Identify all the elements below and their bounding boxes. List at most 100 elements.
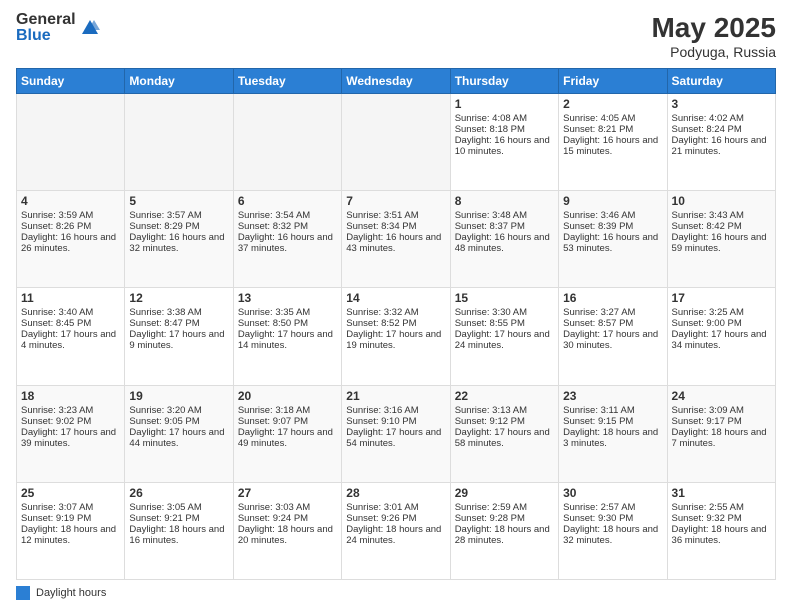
calendar-cell: 2Sunrise: 4:05 AMSunset: 8:21 PMDaylight… bbox=[559, 94, 667, 191]
day-info: Daylight: 16 hours and 48 minutes. bbox=[455, 232, 554, 254]
day-info: Sunrise: 3:38 AM bbox=[129, 307, 228, 318]
day-info: Sunrise: 3:57 AM bbox=[129, 210, 228, 221]
day-info: Sunset: 8:34 PM bbox=[346, 221, 445, 232]
day-info: Daylight: 17 hours and 54 minutes. bbox=[346, 427, 445, 449]
calendar-cell: 11Sunrise: 3:40 AMSunset: 8:45 PMDayligh… bbox=[17, 288, 125, 385]
page: General Blue May 2025 Podyuga, Russia Su… bbox=[0, 0, 792, 612]
day-number: 13 bbox=[238, 291, 337, 305]
calendar-cell: 20Sunrise: 3:18 AMSunset: 9:07 PMDayligh… bbox=[233, 385, 341, 482]
calendar-cell: 14 Sunrise: 3:32 AMSunset: 8:52 PMDayligh… bbox=[342, 288, 450, 385]
day-info: Sunset: 8:50 PM bbox=[238, 318, 337, 329]
calendar-cell: 21Sunrise: 3:16 AMSunset: 9:10 PMDayligh… bbox=[342, 385, 450, 482]
calendar-header-row: SundayMondayTuesdayWednesdayThursdayFrid… bbox=[17, 69, 776, 94]
day-info: Daylight: 16 hours and 32 minutes. bbox=[129, 232, 228, 254]
day-info: Sunset: 8:21 PM bbox=[563, 124, 662, 135]
day-info: Daylight: 17 hours and 30 minutes. bbox=[563, 329, 662, 351]
day-info: Daylight: 17 hours and 58 minutes. bbox=[455, 427, 554, 449]
calendar-cell: 1 Sunrise: 4:08 AMSunset: 8:18 PMDaylight… bbox=[450, 94, 558, 191]
day-info: Sunrise: 4:08 AM bbox=[455, 113, 554, 124]
day-number: 16 bbox=[563, 291, 662, 305]
logo-general-text: General bbox=[16, 12, 76, 28]
calendar-cell bbox=[125, 94, 233, 191]
day-of-week-header: Thursday bbox=[450, 69, 558, 94]
day-info: Sunset: 9:12 PM bbox=[455, 416, 554, 427]
day-number: 17 bbox=[672, 291, 771, 305]
day-info: Sunrise: 3:32 AM bbox=[346, 307, 445, 318]
day-number: 31 bbox=[672, 486, 771, 500]
day-info: Sunset: 9:21 PM bbox=[129, 513, 228, 524]
day-info: Sunrise: 2:55 AM bbox=[672, 502, 771, 513]
day-number: 14 bbox=[346, 291, 445, 305]
day-info: Sunrise: 3:46 AM bbox=[563, 210, 662, 221]
day-of-week-header: Sunday bbox=[17, 69, 125, 94]
calendar-cell: 13Sunrise: 3:35 AMSunset: 8:50 PMDayligh… bbox=[233, 288, 341, 385]
calendar-cell: 5Sunrise: 3:57 AMSunset: 8:29 PMDaylight… bbox=[125, 191, 233, 288]
day-info: Sunrise: 3:27 AM bbox=[563, 307, 662, 318]
day-info: Sunset: 8:18 PM bbox=[455, 124, 554, 135]
calendar-cell: 25Sunrise: 3:07 AMSunset: 9:19 PMDayligh… bbox=[17, 482, 125, 579]
day-info: Sunrise: 3:09 AM bbox=[672, 405, 771, 416]
day-info: Sunrise: 3:48 AM bbox=[455, 210, 554, 221]
calendar-week-row: 4Sunrise: 3:59 AMSunset: 8:26 PMDaylight… bbox=[17, 191, 776, 288]
day-info: Sunset: 9:02 PM bbox=[21, 416, 120, 427]
day-info: Daylight: 17 hours and 19 minutes. bbox=[346, 329, 445, 351]
day-info: Daylight: 17 hours and 14 minutes. bbox=[238, 329, 337, 351]
calendar-cell: 24Sunrise: 3:09 AMSunset: 9:17 PMDayligh… bbox=[667, 385, 775, 482]
day-number: 3 bbox=[672, 97, 771, 111]
day-info: Daylight: 18 hours and 24 minutes. bbox=[346, 524, 445, 546]
day-info: Daylight: 18 hours and 12 minutes. bbox=[21, 524, 120, 546]
day-number: 7 bbox=[346, 194, 445, 208]
legend-label: Daylight hours bbox=[36, 587, 106, 599]
day-info: Daylight: 16 hours and 43 minutes. bbox=[346, 232, 445, 254]
day-info: Sunset: 9:30 PM bbox=[563, 513, 662, 524]
calendar-cell: 6Sunrise: 3:54 AMSunset: 8:32 PMDaylight… bbox=[233, 191, 341, 288]
day-info: Sunset: 9:19 PM bbox=[21, 513, 120, 524]
day-info: Sunrise: 3:13 AM bbox=[455, 405, 554, 416]
calendar-cell bbox=[342, 94, 450, 191]
day-number: 26 bbox=[129, 486, 228, 500]
day-info: Sunset: 9:32 PM bbox=[672, 513, 771, 524]
day-info: Sunrise: 3:05 AM bbox=[129, 502, 228, 513]
day-info: Daylight: 16 hours and 10 minutes. bbox=[455, 135, 554, 157]
day-info: Sunset: 9:28 PM bbox=[455, 513, 554, 524]
day-info: Daylight: 18 hours and 32 minutes. bbox=[563, 524, 662, 546]
day-info: Sunset: 9:10 PM bbox=[346, 416, 445, 427]
day-of-week-header: Wednesday bbox=[342, 69, 450, 94]
calendar-cell: 3Sunrise: 4:02 AMSunset: 8:24 PMDaylight… bbox=[667, 94, 775, 191]
calendar-cell: 30Sunrise: 2:57 AMSunset: 9:30 PMDayligh… bbox=[559, 482, 667, 579]
day-info: Sunset: 8:52 PM bbox=[346, 318, 445, 329]
logo-icon bbox=[80, 18, 100, 38]
day-info: Sunset: 8:37 PM bbox=[455, 221, 554, 232]
day-info: Sunrise: 4:05 AM bbox=[563, 113, 662, 124]
day-number: 23 bbox=[563, 389, 662, 403]
day-info: Sunrise: 3:30 AM bbox=[455, 307, 554, 318]
day-info: Sunset: 8:39 PM bbox=[563, 221, 662, 232]
calendar-cell bbox=[17, 94, 125, 191]
day-number: 15 bbox=[455, 291, 554, 305]
day-number: 25 bbox=[21, 486, 120, 500]
day-info: Sunset: 8:57 PM bbox=[563, 318, 662, 329]
day-info: Daylight: 16 hours and 21 minutes. bbox=[672, 135, 771, 157]
legend-color-box bbox=[16, 586, 30, 600]
day-info: Sunset: 9:24 PM bbox=[238, 513, 337, 524]
day-of-week-header: Monday bbox=[125, 69, 233, 94]
day-info: Sunrise: 3:11 AM bbox=[563, 405, 662, 416]
calendar-week-row: 11Sunrise: 3:40 AMSunset: 8:45 PMDayligh… bbox=[17, 288, 776, 385]
day-info: Sunset: 9:07 PM bbox=[238, 416, 337, 427]
day-info: Daylight: 17 hours and 39 minutes. bbox=[21, 427, 120, 449]
day-of-week-header: Friday bbox=[559, 69, 667, 94]
day-info: Sunrise: 3:18 AM bbox=[238, 405, 337, 416]
calendar-week-row: 1Sunrise: 4:08 AMSunset: 8:18 PMDaylight… bbox=[17, 94, 776, 191]
calendar-week-row: 18Sunrise: 3:23 AMSunset: 9:02 PMDayligh… bbox=[17, 385, 776, 482]
day-info: Sunrise: 3:51 AM bbox=[346, 210, 445, 221]
day-number: 18 bbox=[21, 389, 120, 403]
day-info: Sunset: 8:29 PM bbox=[129, 221, 228, 232]
day-info: Daylight: 16 hours and 37 minutes. bbox=[238, 232, 337, 254]
day-info: Sunrise: 3:59 AM bbox=[21, 210, 120, 221]
day-info: Sunset: 9:05 PM bbox=[129, 416, 228, 427]
day-number: 1 bbox=[455, 97, 554, 111]
logo-blue-text: Blue bbox=[16, 28, 76, 44]
day-info: Sunrise: 3:01 AM bbox=[346, 502, 445, 513]
day-of-week-header: Tuesday bbox=[233, 69, 341, 94]
day-number: 24 bbox=[672, 389, 771, 403]
